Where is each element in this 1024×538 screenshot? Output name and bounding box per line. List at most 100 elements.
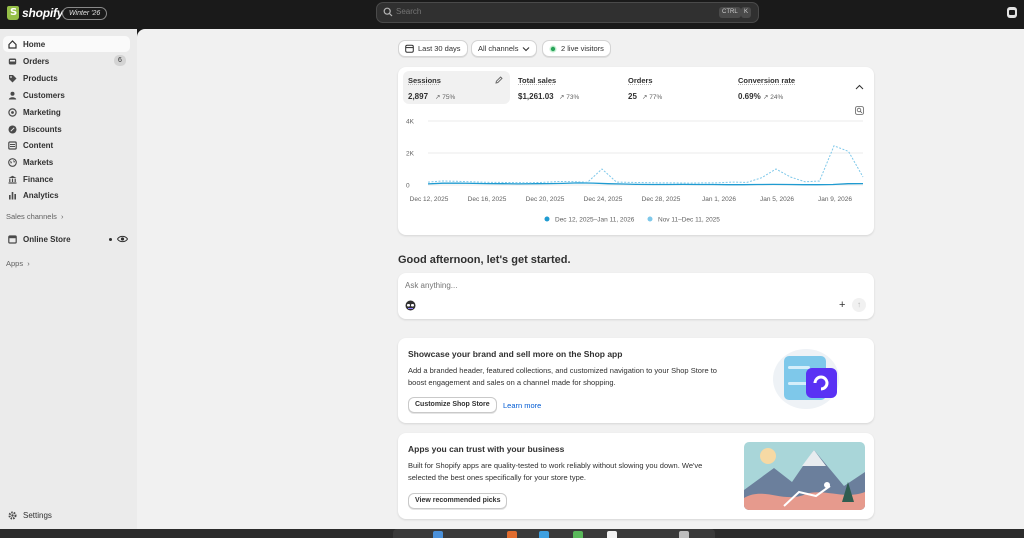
sidebar-item-finance[interactable]: Finance <box>3 171 130 187</box>
search-input[interactable] <box>396 7 696 16</box>
sessions-chart: 4K 2K 0Dec 12, 2025 Dec 16, 2025 Dec 20, 202… <box>406 119 864 224</box>
sales-channels-section[interactable]: Sales channels › <box>6 212 64 221</box>
orders-count-badge: 6 <box>114 55 126 66</box>
sidebar-item-marketing[interactable]: Marketing <box>3 104 130 120</box>
pencil-icon[interactable] <box>495 76 503 84</box>
metric-sessions[interactable]: Sessions 2,897 ↗ 75% <box>403 71 510 104</box>
taskbar-app-icon[interactable] <box>507 531 517 538</box>
legend-marker <box>544 216 550 222</box>
metric-change-value: 73% <box>566 94 580 101</box>
sales-channels-label: Sales channels <box>6 212 57 221</box>
shopify-bag-icon <box>7 6 19 20</box>
live-status-icon <box>549 44 557 53</box>
target-icon <box>8 108 17 117</box>
metric-total-sales[interactable]: Total sales $1,261.03 ↗ 73% <box>513 71 620 104</box>
promo-title: Apps you can trust with your business <box>408 444 565 454</box>
content-icon <box>8 141 17 150</box>
sidebar-item-settings[interactable]: Settings <box>3 507 130 523</box>
x-tick-label: Dec 12, 2025 <box>410 196 449 203</box>
metric-change: ↗ 75% <box>435 94 456 101</box>
x-tick-label: Jan 1, 2026 <box>702 196 736 203</box>
sidebar-item-analytics[interactable]: Analytics <box>3 187 130 203</box>
apps-promo-card: Apps you can trust with your business Bu… <box>398 433 874 519</box>
chevron-right-icon: › <box>58 212 64 221</box>
metric-title: Sessions <box>408 76 441 85</box>
taskbar-app-icon[interactable] <box>433 531 443 538</box>
eye-icon[interactable] <box>117 234 128 244</box>
metric-title: Orders <box>628 76 653 85</box>
send-button[interactable]: ↑ <box>852 298 866 312</box>
taskbar-app-icon[interactable] <box>539 531 549 538</box>
sidebar-item-orders[interactable]: Orders 6 <box>3 53 130 69</box>
metric-change-value: 77% <box>649 94 663 101</box>
store-icon[interactable] <box>1006 6 1018 19</box>
chevron-down-icon <box>523 46 530 51</box>
analytics-card: Sessions 2,897 ↗ 75% Total sales $1,261.… <box>398 67 874 235</box>
apps-section[interactable]: Apps › <box>6 259 30 268</box>
metric-orders[interactable]: Orders 25 ↗ 77% <box>623 71 730 104</box>
metric-conversion-rate[interactable]: Conversion rate 0.69% ↗ 24% <box>733 71 840 104</box>
legend-marker <box>647 216 653 222</box>
metric-change: ↗ 77% <box>642 94 663 101</box>
main-content: Last 30 days All channels 2 live visitor… <box>137 29 1024 529</box>
sidebar-item-markets[interactable]: Markets <box>3 154 130 170</box>
series-line <box>427 145 864 184</box>
sidebar-item-label: Discounts <box>23 125 62 134</box>
chevron-right-icon: › <box>25 259 30 268</box>
shopify-logo[interactable]: shopify <box>7 6 63 20</box>
x-tick-label: Dec 24, 2025 <box>584 196 623 203</box>
channels-label: All channels <box>478 44 519 53</box>
view-recommended-picks-button[interactable]: View recommended picks <box>408 493 508 509</box>
live-visitors-button[interactable]: 2 live visitors <box>542 40 611 57</box>
live-visitors-label: 2 live visitors <box>561 44 604 53</box>
sidebar-item-label: Content <box>23 141 54 150</box>
inbox-icon <box>8 58 17 65</box>
shortcut-k-key: K <box>741 7 752 18</box>
taskbar-app-icon[interactable] <box>607 531 617 538</box>
person-icon <box>8 91 17 100</box>
x-tick-label: Dec 28, 2025 <box>642 196 681 203</box>
date-range-button[interactable]: Last 30 days <box>398 40 468 57</box>
chart-bar-icon <box>9 192 16 200</box>
sidebar-item-label: Orders <box>23 57 50 66</box>
x-tick-label: Dec 20, 2025 <box>526 196 565 203</box>
sidebar-item-label: Home <box>23 40 46 49</box>
x-tick-label: Jan 5, 2026 <box>760 196 794 203</box>
metric-value: 25 <box>628 92 637 101</box>
sidekick-avatar-icon <box>405 300 416 311</box>
sidebar-item-home[interactable]: Home <box>3 36 130 52</box>
channels-dropdown[interactable]: All channels <box>471 40 538 57</box>
metric-change-value: 24% <box>770 94 784 101</box>
sidebar-item-label: Finance <box>23 175 54 184</box>
x-tick-label: Dec 16, 2025 <box>468 196 507 203</box>
shortcut-ctrl-key: CTRL <box>719 7 741 18</box>
metric-change-value: 75% <box>442 94 456 101</box>
gear-icon <box>8 511 17 520</box>
chevron-up-icon[interactable] <box>855 84 864 91</box>
sidebar-item-products[interactable]: Products <box>3 70 130 86</box>
plus-icon[interactable]: + <box>839 299 845 311</box>
metric-value: 0.69% <box>738 92 761 101</box>
discount-icon <box>8 125 17 134</box>
y-tick-label: 0 <box>406 183 410 190</box>
ask-input[interactable] <box>405 281 825 290</box>
sidebar: Home Orders 6 Products Customers Marketi… <box>0 29 137 529</box>
metric-value: $1,261.03 <box>518 92 554 101</box>
search-bar[interactable]: CTRL K <box>376 2 759 23</box>
calendar-icon <box>405 44 414 53</box>
sidebar-item-label: Products <box>23 74 58 83</box>
home-icon <box>8 40 17 49</box>
learn-more-link[interactable]: Learn more <box>503 401 541 410</box>
sidebar-item-online-store[interactable]: Online Store <box>3 231 130 247</box>
edition-badge[interactable]: Winter '26 <box>62 7 108 20</box>
taskbar-app-icon[interactable] <box>573 531 583 538</box>
promo-title: Showcase your brand and sell more on the… <box>408 349 623 359</box>
customize-shop-store-button[interactable]: Customize Shop Store <box>408 397 497 413</box>
taskbar-app-icon[interactable] <box>679 531 689 538</box>
metric-change: ↗ 73% <box>559 94 580 101</box>
sidebar-item-customers[interactable]: Customers <box>3 87 130 103</box>
mountain-illustration <box>744 442 865 510</box>
sidebar-item-discounts[interactable]: Discounts <box>3 121 130 137</box>
date-range-label: Last 30 days <box>418 44 461 53</box>
sidebar-item-content[interactable]: Content <box>3 137 130 153</box>
